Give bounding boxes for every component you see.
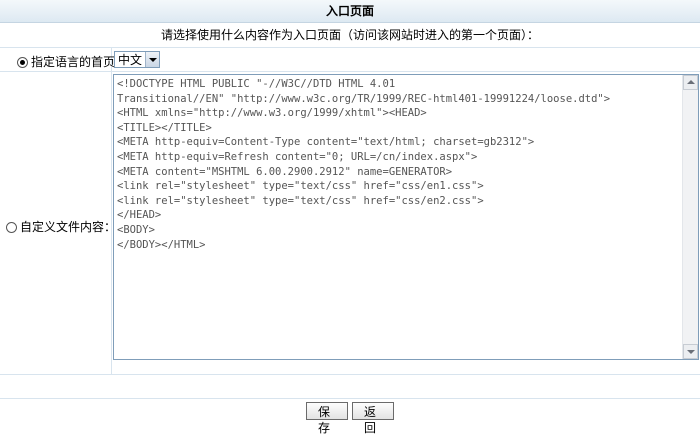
divider: [0, 374, 700, 375]
arrow-up-icon[interactable]: [683, 75, 698, 90]
chevron-down-icon[interactable]: [145, 52, 159, 67]
save-button[interactable]: 保存: [306, 402, 348, 435]
language-home-radio[interactable]: [17, 57, 28, 68]
arrow-down-icon[interactable]: [683, 344, 698, 359]
language-home-option[interactable]: 指定语言的首页: [17, 53, 115, 70]
language-select[interactable]: 中文: [114, 51, 160, 68]
back-button[interactable]: 返回: [352, 402, 394, 435]
custom-file-content[interactable]: <!DOCTYPE HTML PUBLIC "-//W3C//DTD HTML …: [117, 77, 681, 357]
instruction-text: 请选择使用什么内容作为入口页面（访问该网站时进入的第一个页面）：: [160, 28, 539, 42]
divider: [0, 398, 700, 399]
custom-file-textarea[interactable]: <!DOCTYPE HTML PUBLIC "-//W3C//DTD HTML …: [113, 74, 699, 360]
language-home-label: 指定语言的首页: [31, 55, 116, 69]
vertical-scrollbar[interactable]: [682, 75, 698, 359]
label-column: [0, 48, 112, 374]
language-select-value: 中文: [118, 53, 143, 67]
custom-file-radio[interactable]: [6, 222, 17, 233]
custom-file-option[interactable]: 自定义文件内容：: [6, 218, 116, 235]
custom-file-label: 自定义文件内容：: [20, 220, 117, 234]
page-title: 入口页面: [0, 0, 700, 23]
